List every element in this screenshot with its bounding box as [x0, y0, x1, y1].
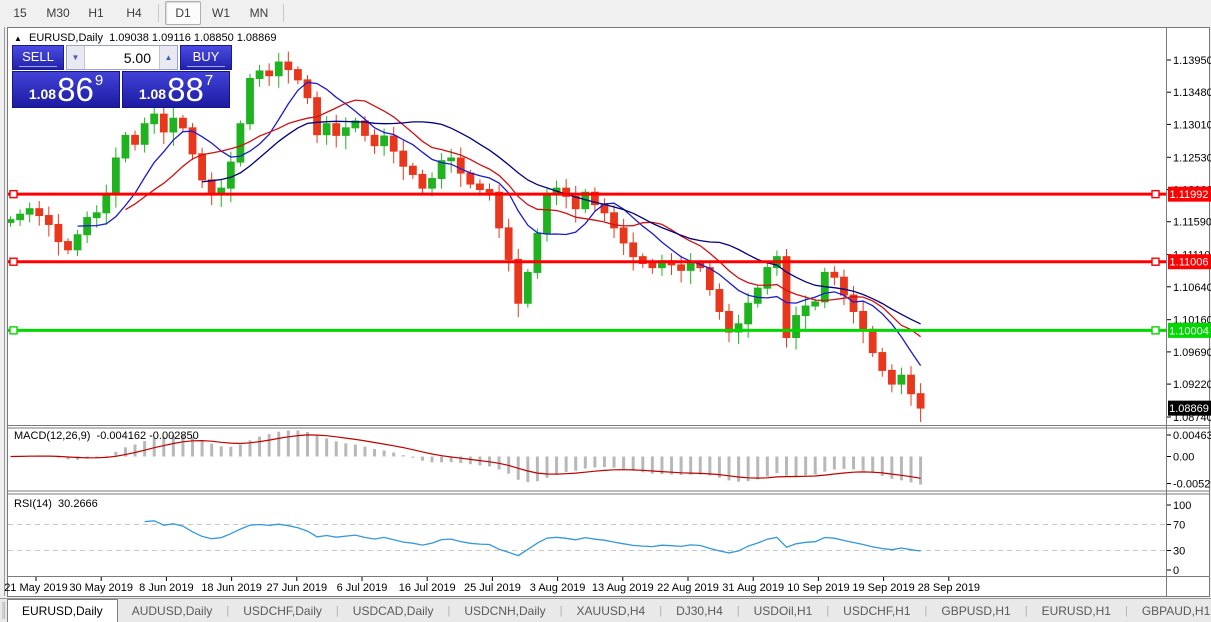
- date-axis-label: 3 Aug 2019: [530, 582, 586, 594]
- price-axis-label: 1.09690: [1173, 347, 1211, 359]
- chart-tab-bar: EURUSD,Daily AUDUSD,Daily | USDCHF,Daily | US…: [0, 598, 1211, 622]
- ohlc-low: 1.08850: [193, 32, 234, 44]
- price-axis-label: 1.09220: [1173, 379, 1211, 391]
- resistance-line-upper-handle[interactable]: [9, 189, 18, 199]
- toolbar-separator: [158, 4, 159, 22]
- date-axis-label: 25 Jul 2019: [464, 582, 521, 594]
- chart-tab-xauusd-h4[interactable]: XAUUSD,H4: [563, 599, 660, 622]
- price-axis-label: 1.12530: [1173, 152, 1211, 164]
- date-axis-label: 21 May 2019: [4, 582, 68, 594]
- chart-tab-audusd-daily[interactable]: AUDUSD,Daily: [118, 599, 227, 622]
- timeframe-15-button[interactable]: 15: [2, 1, 38, 25]
- timeframe-mn-button[interactable]: MN: [241, 1, 277, 25]
- svg-text:1.10004: 1.10004: [1169, 325, 1209, 337]
- timeframe-toolbar: 15 M30 H1 H4 D1 W1 MN: [0, 0, 1211, 26]
- timeframe-m30-button[interactable]: M30: [40, 1, 76, 25]
- rsi-indicator-label: RSI(14) 30.2666: [14, 498, 98, 510]
- resistance-line-lower-handle[interactable]: [1151, 257, 1160, 266]
- rsi-value: 30.2666: [58, 498, 98, 510]
- collapse-chart-icon[interactable]: ▲: [14, 34, 22, 43]
- bid-price-big: 86: [57, 70, 94, 108]
- chart-tab-usdoil-h1[interactable]: USDOil,H1: [740, 599, 827, 622]
- toolbar-separator: [283, 4, 284, 22]
- date-axis-label: 13 Aug 2019: [592, 582, 654, 594]
- volume-stepper: ▼ 5.00 ▲: [66, 45, 178, 70]
- macd-axis-label: 0.00463: [1173, 430, 1211, 442]
- chart-tab-gbpusd-h1[interactable]: GBPUSD,H1: [927, 599, 1024, 622]
- svg-text:1.08869: 1.08869: [1169, 403, 1209, 415]
- ohlc-open: 1.09038: [109, 32, 149, 44]
- buy-button-label: BUY: [192, 48, 220, 64]
- volume-input[interactable]: 5.00: [84, 46, 160, 69]
- macd-indicator-label: MACD(12,26,9) -0.004162 -0.002850: [14, 430, 199, 442]
- sell-button-label: SELL: [22, 48, 54, 64]
- volume-increase-button[interactable]: ▲: [160, 46, 177, 69]
- bid-price-pipette: 9: [94, 72, 104, 89]
- date-axis-label: 30 May 2019: [69, 582, 133, 594]
- bid-quote-button[interactable]: 1.08 86 9: [12, 71, 120, 108]
- price-axis-label: 1.13950: [1173, 55, 1211, 67]
- support-line-handle[interactable]: [1151, 326, 1160, 335]
- chart-tab-gbpaud-h1[interactable]: GBPAUD,H1: [1128, 599, 1211, 622]
- price-axis-label: 1.13010: [1173, 119, 1211, 131]
- rsi-axis-label: 100: [1173, 500, 1191, 512]
- rsi-axis-label: 0: [1173, 565, 1179, 577]
- chart-window-frame: [7, 27, 1210, 597]
- timeframe-d1-button[interactable]: D1: [165, 1, 201, 25]
- bid-price-prefix: 1.08: [28, 86, 57, 102]
- chart-symbol-period: EURUSD,Daily: [28, 32, 103, 44]
- sell-underline: [19, 65, 57, 67]
- rsi-axis-label: 70: [1173, 520, 1185, 532]
- date-axis-label: 18 Jun 2019: [201, 582, 262, 594]
- macd-axis-label: 0.00: [1173, 452, 1194, 464]
- support-line-handle[interactable]: [9, 326, 18, 335]
- date-axis-label: 28 Sep 2019: [918, 582, 980, 594]
- macd-axis-label: -0.005299: [1173, 479, 1211, 491]
- macd-values: -0.004162 -0.002850: [96, 430, 199, 442]
- price-axis-label: 1.10640: [1173, 282, 1211, 294]
- chart-tab-eurusd-daily[interactable]: EURUSD,Daily: [7, 599, 118, 622]
- price-axis-label: 1.11590: [1173, 217, 1211, 229]
- date-axis-label: 8 Jun 2019: [139, 582, 193, 594]
- chart-tab-usdcad-daily[interactable]: USDCAD,Daily: [339, 599, 448, 622]
- date-axis-label: 22 Aug 2019: [657, 582, 719, 594]
- buy-button[interactable]: BUY: [180, 45, 232, 70]
- ask-price-pipette: 7: [204, 72, 214, 89]
- tab-bar-grip: [2, 602, 5, 619]
- resistance-line-upper-handle[interactable]: [1151, 189, 1160, 199]
- date-axis-label: 19 Sep 2019: [852, 582, 914, 594]
- date-axis-label: 10 Sep 2019: [787, 582, 849, 594]
- rsi-name: RSI(14): [14, 498, 52, 510]
- resistance-line-lower-handle[interactable]: [9, 257, 18, 266]
- chart-ohlc-header: ▲ EURUSD,Daily 1.09038 1.09116 1.08850 1…: [14, 32, 277, 44]
- price-axis-label: 1.13480: [1173, 87, 1211, 99]
- chart-tab-usdcnh-daily[interactable]: USDCNH,Daily: [450, 599, 559, 622]
- one-click-trading-panel: SELL ▼ 5.00 ▲ BUY 1.08 86 9 1.08 88 7: [12, 45, 232, 108]
- ask-price-prefix: 1.08: [138, 86, 167, 102]
- date-axis-label: 31 Aug 2019: [722, 582, 784, 594]
- ohlc-high: 1.09116: [151, 32, 191, 44]
- date-axis-label: 6 Jul 2019: [337, 582, 388, 594]
- mt4-terminal: { "toolbar": { "timeframes": ["15", "M30…: [0, 0, 1211, 622]
- chart-tab-eurusd-h1[interactable]: EURUSD,H1: [1028, 599, 1125, 622]
- sell-button[interactable]: SELL: [12, 45, 64, 70]
- date-axis-label: 27 Jun 2019: [267, 582, 328, 594]
- svg-text:1.11992: 1.11992: [1170, 189, 1209, 201]
- chart-tab-usdchf-daily[interactable]: USDCHF,Daily: [229, 599, 336, 622]
- buy-underline: [187, 65, 225, 67]
- timeframe-h1-button[interactable]: H1: [78, 1, 114, 25]
- macd-name: MACD(12,26,9): [14, 430, 91, 442]
- chart-tab-usdchf-h1[interactable]: USDCHF,H1: [829, 599, 924, 622]
- chart-tabs: EURUSD,Daily AUDUSD,Daily | USDCHF,Daily | US…: [7, 599, 1211, 622]
- svg-text:1.11006: 1.11006: [1170, 257, 1209, 269]
- ask-price-big: 88: [167, 70, 204, 108]
- date-axis-label: 16 Jul 2019: [399, 582, 456, 594]
- volume-decrease-button[interactable]: ▼: [67, 46, 84, 69]
- timeframe-h4-button[interactable]: H4: [116, 1, 152, 25]
- ask-quote-button[interactable]: 1.08 88 7: [122, 71, 230, 108]
- rsi-axis-label: 30: [1173, 546, 1185, 558]
- chart-tab-dj30-h4[interactable]: DJ30,H4: [662, 599, 737, 622]
- ohlc-close: 1.08869: [236, 32, 277, 44]
- timeframe-w1-button[interactable]: W1: [203, 1, 239, 25]
